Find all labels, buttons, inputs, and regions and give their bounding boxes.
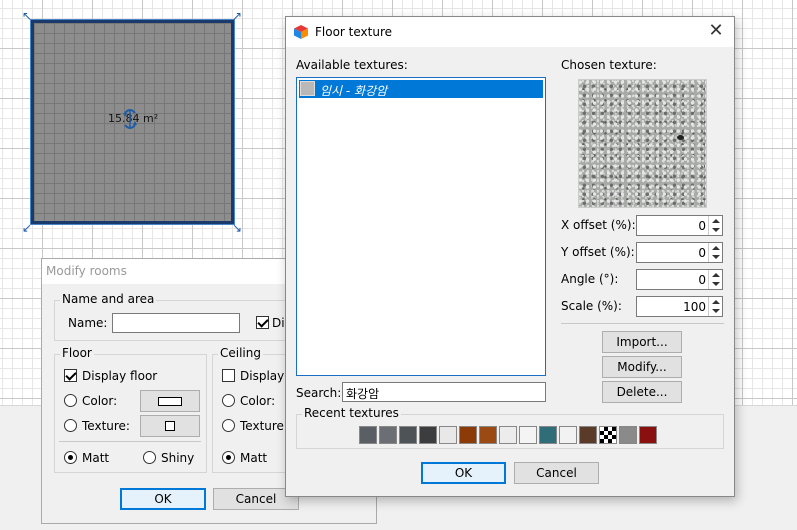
resize-handle-bottom-right-icon[interactable]: ↘ xyxy=(232,222,242,234)
recent-texture-swatch[interactable] xyxy=(559,426,577,444)
floor-texture-radio[interactable] xyxy=(64,419,77,432)
group-title: Recent textures xyxy=(302,406,401,420)
search-label: Search: xyxy=(296,386,342,400)
search-input-value: 화강암 xyxy=(346,387,380,401)
group-title: Ceiling xyxy=(218,346,263,360)
floor-texture-label: Texture: xyxy=(82,419,130,433)
ok-button[interactable]: OK xyxy=(421,462,506,484)
ceiling-matt-label: Matt xyxy=(240,451,268,465)
floor-color-label: Color: xyxy=(82,394,118,408)
close-icon[interactable]: ✕ xyxy=(706,20,726,41)
spinner-value: 0 xyxy=(698,219,706,233)
floor-matt-radio[interactable] xyxy=(64,451,77,464)
display-ceiling-checkbox[interactable] xyxy=(222,369,235,382)
display-floor-checkbox[interactable] xyxy=(64,369,77,382)
cancel-button[interactable]: Cancel xyxy=(514,462,599,484)
angle-label: Angle (°): xyxy=(561,272,619,286)
recent-texture-swatch[interactable] xyxy=(579,426,597,444)
floor-texture-dialog: Floor texture ✕ Available textures: 임시 -… xyxy=(285,16,735,497)
dialog-title: Floor texture xyxy=(315,25,393,39)
group-title: Floor xyxy=(60,346,94,360)
available-textures-label: Available textures: xyxy=(296,58,408,72)
spinner-value: 0 xyxy=(698,246,706,260)
recent-texture-swatch[interactable] xyxy=(519,426,537,444)
floor-shiny-label: Shiny xyxy=(161,451,195,465)
modify-button[interactable]: Modify... xyxy=(602,356,682,378)
display-ceiling-label: Display xyxy=(240,369,285,383)
floor-matt-label: Matt xyxy=(82,451,110,465)
search-input[interactable]: 화강암 xyxy=(342,382,546,402)
recent-texture-swatch[interactable] xyxy=(359,426,377,444)
name-label: Name: xyxy=(68,316,108,330)
delete-button[interactable]: Delete... xyxy=(602,381,682,403)
name-field[interactable] xyxy=(112,313,240,333)
recent-texture-swatch[interactable] xyxy=(439,426,457,444)
preview-detail xyxy=(677,135,684,140)
recent-texture-swatch[interactable] xyxy=(399,426,417,444)
scale-spinner[interactable]: 100 xyxy=(636,296,723,317)
display-floor-label: Display floor xyxy=(82,369,158,383)
texture-preview xyxy=(578,79,707,208)
y-offset-label: Y offset (%): xyxy=(561,245,635,259)
app-cube-icon xyxy=(294,25,308,39)
spinner-arrows[interactable] xyxy=(708,297,722,316)
recent-texture-swatch[interactable] xyxy=(639,426,657,444)
texture-thumbnail xyxy=(300,81,315,96)
recent-texture-swatch[interactable] xyxy=(459,426,477,444)
ceiling-color-label: Color: xyxy=(240,394,276,408)
ok-button[interactable]: OK xyxy=(120,488,206,510)
divider xyxy=(561,323,724,324)
floor-texture-button[interactable] xyxy=(140,415,200,437)
chosen-texture-label: Chosen texture: xyxy=(561,58,657,72)
x-offset-label: X offset (%): xyxy=(561,218,636,232)
floor-group: Floor Display floor Color: Texture: Matt… xyxy=(54,346,207,473)
dialog-titlebar: Floor texture ✕ xyxy=(286,17,734,47)
ceiling-texture-label: Texture: xyxy=(240,419,288,433)
spinner-value: 0 xyxy=(698,273,706,287)
texture-list[interactable]: 임시 - 화강암 xyxy=(296,77,546,376)
resize-handle-bottom-left-icon[interactable]: ↙ xyxy=(22,222,32,234)
area-visible-checkbox[interactable] xyxy=(256,316,269,329)
spinner-arrows[interactable] xyxy=(708,270,722,289)
angle-spinner[interactable]: 0 xyxy=(636,269,723,290)
y-offset-spinner[interactable]: 0 xyxy=(636,242,723,263)
rotate-handle-icon[interactable] xyxy=(121,104,139,134)
ceiling-matt-radio[interactable] xyxy=(222,451,235,464)
divider xyxy=(59,441,201,442)
floor-shiny-radio[interactable] xyxy=(143,451,156,464)
floor-color-button[interactable] xyxy=(140,390,200,412)
recent-texture-swatch[interactable] xyxy=(379,426,397,444)
list-item[interactable]: 임시 - 화강암 xyxy=(299,80,543,98)
spinner-value: 100 xyxy=(683,300,706,314)
recent-texture-swatch[interactable] xyxy=(539,426,557,444)
ceiling-color-radio[interactable] xyxy=(222,394,235,407)
scale-label: Scale (%): xyxy=(561,299,622,313)
recent-texture-swatch[interactable] xyxy=(499,426,517,444)
resize-handle-top-right-icon[interactable]: ↗ xyxy=(232,10,242,22)
spinner-arrows[interactable] xyxy=(708,216,722,235)
recent-texture-swatch[interactable] xyxy=(619,426,637,444)
ceiling-texture-radio[interactable] xyxy=(222,419,235,432)
list-item-label: 임시 - 화강암 xyxy=(320,84,388,98)
recent-texture-swatch[interactable] xyxy=(419,426,437,444)
import-button[interactable]: Import... xyxy=(602,331,682,353)
resize-handle-top-left-icon[interactable]: ↖ xyxy=(22,10,32,22)
floor-color-radio[interactable] xyxy=(64,394,77,407)
x-offset-spinner[interactable]: 0 xyxy=(636,215,723,236)
recent-texture-swatch[interactable] xyxy=(599,426,617,444)
spinner-arrows[interactable] xyxy=(708,243,722,262)
recent-texture-swatch[interactable] xyxy=(479,426,497,444)
group-title: Name and area xyxy=(60,292,157,306)
